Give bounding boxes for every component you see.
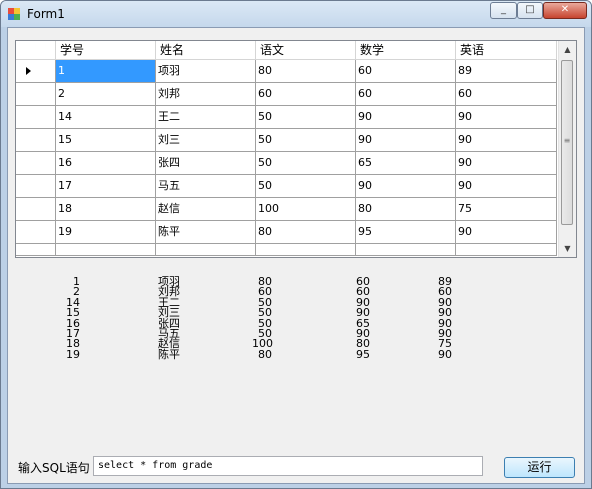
row-header[interactable] (16, 175, 56, 198)
row-header[interactable] (16, 60, 56, 83)
grid-cell[interactable]: 马五 (156, 175, 256, 198)
minimize-button[interactable]: _ (490, 2, 517, 19)
grid-cell[interactable]: 50 (256, 106, 356, 129)
grid-cell[interactable]: 65 (356, 152, 456, 175)
grid-cell[interactable]: 60 (256, 83, 356, 106)
sql-label: 输入SQL语句 (18, 461, 90, 475)
form-client-area: ▲ ≡ ▼ 学号 姓名 语文 数学 英语 1 项羽 80 60 89 2 刘邦 60 60 60 14 王二 50… (7, 27, 585, 484)
grid-cell[interactable]: 80 (356, 198, 456, 221)
app-icon (8, 8, 20, 20)
grid-cell[interactable]: 陈平 (156, 221, 256, 244)
scroll-thumb[interactable]: ≡ (561, 60, 573, 225)
grid-cell[interactable] (456, 244, 557, 256)
scroll-up-icon[interactable]: ▲ (559, 41, 576, 58)
grid-cell[interactable]: 刘邦 (156, 83, 256, 106)
grid-cell[interactable]: 90 (456, 152, 557, 175)
grid-cell[interactable]: 王二 (156, 106, 256, 129)
title-bar[interactable]: Form1 _ □ ✕ (1, 1, 591, 27)
sql-input[interactable]: select * from grade (93, 456, 483, 476)
grid-cell[interactable]: 赵信 (156, 198, 256, 221)
grid-cell[interactable]: 2 (56, 83, 156, 106)
grid-cell[interactable]: 90 (356, 129, 456, 152)
output-text: 19 (66, 347, 80, 361)
grid-cell[interactable]: 100 (256, 198, 356, 221)
grid-cell[interactable]: 75 (456, 198, 557, 221)
current-row-arrow-icon (26, 67, 31, 75)
maximize-icon: □ (525, 4, 535, 15)
row-header[interactable] (16, 244, 56, 256)
grid-cell[interactable]: 89 (456, 60, 557, 83)
grid-cell[interactable]: 刘三 (156, 129, 256, 152)
grid-cell[interactable] (256, 244, 356, 256)
grid-cell[interactable]: 15 (56, 129, 156, 152)
grid-cell[interactable]: 90 (456, 175, 557, 198)
output-text: 90 (438, 347, 452, 361)
grid-cell[interactable]: 18 (56, 198, 156, 221)
grid-cell[interactable]: 19 (56, 221, 156, 244)
grid-cell[interactable]: 80 (256, 221, 356, 244)
grid-cell[interactable]: 90 (456, 221, 557, 244)
grid-cell[interactable]: 90 (456, 106, 557, 129)
grid-cell[interactable]: 14 (56, 106, 156, 129)
grid-cell[interactable] (56, 244, 156, 256)
row-header[interactable] (16, 198, 56, 221)
output-text: 95 (356, 347, 370, 361)
grid-corner-header (16, 41, 56, 60)
grid-cell[interactable]: 50 (256, 175, 356, 198)
grid-cell[interactable]: 60 (456, 83, 557, 106)
column-header[interactable]: 语文 (256, 41, 356, 60)
column-header[interactable]: 数学 (356, 41, 456, 60)
close-button[interactable]: ✕ (543, 2, 587, 19)
close-icon: ✕ (560, 4, 570, 15)
grid-cell[interactable]: 60 (356, 83, 456, 106)
form-window: Form1 _ □ ✕ ▲ ≡ ▼ 学号 姓名 语文 数学 英语 1 项羽 80 60 89 2 刘邦… (0, 0, 592, 489)
run-button[interactable]: 运行 (504, 457, 575, 478)
grid-vertical-scrollbar[interactable]: ▲ ≡ ▼ (558, 41, 576, 257)
row-header[interactable] (16, 152, 56, 175)
grid-cell[interactable] (356, 244, 456, 256)
maximize-button[interactable]: □ (517, 2, 543, 19)
grid-cell[interactable]: 16 (56, 152, 156, 175)
scroll-down-icon[interactable]: ▼ (559, 240, 576, 257)
grid-cell[interactable] (156, 244, 256, 256)
window-title: Form1 (27, 7, 65, 21)
grid-cell[interactable]: 项羽 (156, 60, 256, 83)
data-grid[interactable]: ▲ ≡ ▼ 学号 姓名 语文 数学 英语 1 项羽 80 60 89 2 刘邦 60 60 60 14 王二 50… (15, 40, 577, 258)
minimize-icon: _ (501, 4, 506, 15)
column-header[interactable]: 姓名 (156, 41, 256, 60)
grid-cell[interactable]: 17 (56, 175, 156, 198)
row-header[interactable] (16, 83, 56, 106)
grid-cell[interactable]: 90 (356, 106, 456, 129)
grid-cell[interactable]: 80 (256, 60, 356, 83)
row-header[interactable] (16, 221, 56, 244)
row-header[interactable] (16, 106, 56, 129)
grid-cell[interactable]: 90 (456, 129, 557, 152)
output-text: 陈平 (158, 347, 180, 361)
grid-cell[interactable]: 60 (356, 60, 456, 83)
grid-cell[interactable]: 90 (356, 175, 456, 198)
grid-cell[interactable]: 50 (256, 129, 356, 152)
column-header[interactable]: 英语 (456, 41, 557, 60)
grid-cell[interactable]: 张四 (156, 152, 256, 175)
grid-cell[interactable]: 50 (256, 152, 356, 175)
row-header[interactable] (16, 129, 56, 152)
grid-cell[interactable]: 95 (356, 221, 456, 244)
output-text: 80 (258, 347, 272, 361)
grid-cell[interactable]: 1 (56, 60, 156, 83)
column-header[interactable]: 学号 (56, 41, 156, 60)
